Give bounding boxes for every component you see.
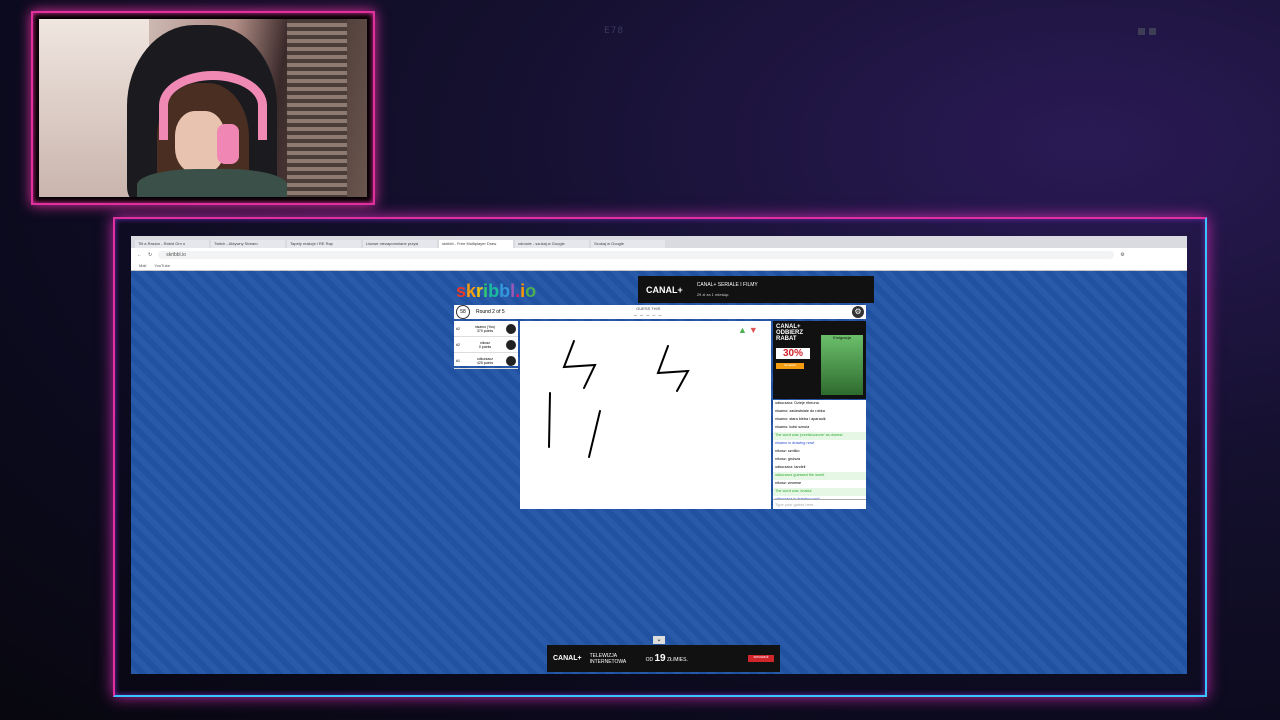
tab-bar: Tilt a Rasion - Rabid Grn n Twitch - Akty… (131, 236, 1187, 248)
browser-tab[interactable]: Lisowe niezapomniane przysl (363, 240, 437, 248)
ad-collapse-chevron-icon[interactable]: ⌄ (653, 636, 665, 644)
player-rank: #1 (456, 358, 460, 363)
corner-indicator (1138, 28, 1156, 35)
player-info: nikosz 0 points (464, 341, 506, 349)
ad-banner-top[interactable]: CANAL+ CANAL+ SERIALE I FILMY 29 zł za 1… (638, 276, 874, 303)
chat-message: nikosz: wromse (775, 481, 802, 485)
ad-banner-bottom[interactable]: CANAL+ TELEWIZJA INTERNETOWA OD 19 ZŁ/MI… (547, 645, 780, 672)
chat-message: nisamo: stara bieba i aparaulk (775, 417, 826, 421)
ad-bottom-cta[interactable]: SPRAWDŹ (748, 655, 774, 662)
player-avatar (506, 323, 516, 334)
player-row[interactable]: #1 odkurzacz 425 points (454, 353, 518, 369)
player-list: #2 nisamo (You) 370 points #2 nikosz 0 points… (454, 321, 518, 369)
back-icon[interactable]: ← (137, 252, 142, 258)
player-points: 0 points (478, 344, 492, 349)
chat-message: nikosz: gruisza (775, 457, 801, 461)
game-status-bar: 58 Round 2 of 5 GUESS THIS _ _ _ _ _ ⚙ (454, 305, 866, 319)
ad-side-cta[interactable]: Sprawdź (776, 363, 804, 369)
player-avatar (506, 339, 516, 350)
ad-side-percent: 30% (776, 348, 810, 359)
player-rank: #2 (456, 326, 460, 331)
chat-message: odkurzacz guessed the word! (773, 472, 866, 480)
timer-clock: 58 (456, 305, 470, 319)
extensions-icon[interactable]: ⚙ (1120, 252, 1124, 258)
ad-bottom-brand: CANAL+ (553, 655, 582, 662)
bookmark-youtube[interactable]: YouTube (154, 263, 170, 268)
chat-message: nikosz: sznilko (775, 449, 800, 453)
vote-buttons: ▲ ▼ (738, 325, 758, 335)
logo-letter: b (488, 281, 500, 301)
player-rank: #2 (456, 342, 460, 347)
reload-icon[interactable]: ↻ (148, 252, 152, 258)
browser-tab[interactable]: Tapety reakcje i RE Rap (287, 240, 361, 248)
logo-letter: o (525, 281, 537, 301)
address-bar: ← ↻ skribbl.io ⚙ (131, 248, 1187, 261)
browser-tab[interactable]: zdrowie - szukaj w Google (515, 240, 589, 248)
word-hint: GUESS THIS _ _ _ _ _ (634, 306, 663, 317)
player-info: odkurzacz 425 points (464, 357, 506, 365)
chat-message: odkurzacz: landeli (775, 465, 806, 469)
ad-bottom-headline: TELEWIZJA INTERNETOWA (589, 652, 627, 665)
chat-message: nisamo: kotsi sznula (775, 425, 810, 429)
browser-tab[interactable]: Twitch - Aktywny Stream (211, 240, 285, 248)
browser-window: Tilt a Rasion - Rabid Grn n Twitch - Akty… (131, 236, 1187, 674)
chat-input[interactable]: Type your guess here... (773, 499, 866, 509)
player-avatar (506, 355, 516, 366)
thumbs-down-icon[interactable]: ▼ (749, 325, 758, 335)
browser-tab[interactable]: Szukaj w Google (591, 240, 665, 248)
skribbl-logo: skribbl.io (456, 281, 536, 302)
logo-letter: b (499, 281, 511, 301)
chat-message: nisamo: zadzwtsiale do robka (775, 409, 825, 413)
chat-message: nisamo is drawing now! (775, 441, 815, 445)
settings-gear-icon[interactable]: ⚙ (852, 306, 864, 318)
player-row[interactable]: #2 nisamo (You) 370 points (454, 321, 518, 337)
webcam-feed (39, 19, 367, 197)
chat-message: The word was 'znakia' (773, 488, 866, 496)
drawing-strokes (548, 340, 690, 458)
player-points: 425 points (476, 360, 494, 365)
chat-message: odkurzacz: Dzieje ribeuna (775, 401, 819, 405)
chat-log: odkurzacz: Dzieje ribeuna nisamo: zadzwts… (773, 400, 866, 499)
ad-side-image: Emigracja (821, 335, 863, 395)
webcam-frame (31, 11, 375, 205)
browser-tab[interactable]: Tilt a Rasion - Rabid Grn n (135, 240, 209, 248)
browser-tab[interactable]: skribbl - Free Multiplayer Draw (439, 240, 513, 248)
player-points: 370 points (476, 328, 494, 333)
ad-text: CANAL+ SERIALE I FILMY 29 zł za 1 miesią… (696, 281, 758, 297)
ad-brand: CANAL+ (646, 284, 683, 295)
logo-letter: s (456, 281, 467, 301)
logo-letter: k (466, 281, 477, 301)
player-row[interactable]: #2 nikosz 0 points (454, 337, 518, 353)
round-indicator: Round 2 of 5 (476, 309, 505, 315)
ad-banner-side[interactable]: CANAL+ ODBIERZ RABAT 30% Sprawdź Emigrac… (773, 321, 866, 399)
drawing-canvas[interactable] (520, 321, 771, 509)
chat-message: The word was 'przeistoczone' as dowezi (773, 432, 866, 440)
logo-letter: r (476, 281, 484, 301)
ad-bottom-price: OD 19 ZŁ/MIES. (645, 653, 688, 664)
player-info: nisamo (You) 370 points (464, 325, 506, 333)
bookmark-mail[interactable]: Mail (139, 263, 146, 268)
overlay-code: E78 (604, 26, 625, 36)
thumbs-up-icon[interactable]: ▲ (738, 325, 747, 335)
url-input[interactable]: skribbl.io (158, 250, 1115, 259)
